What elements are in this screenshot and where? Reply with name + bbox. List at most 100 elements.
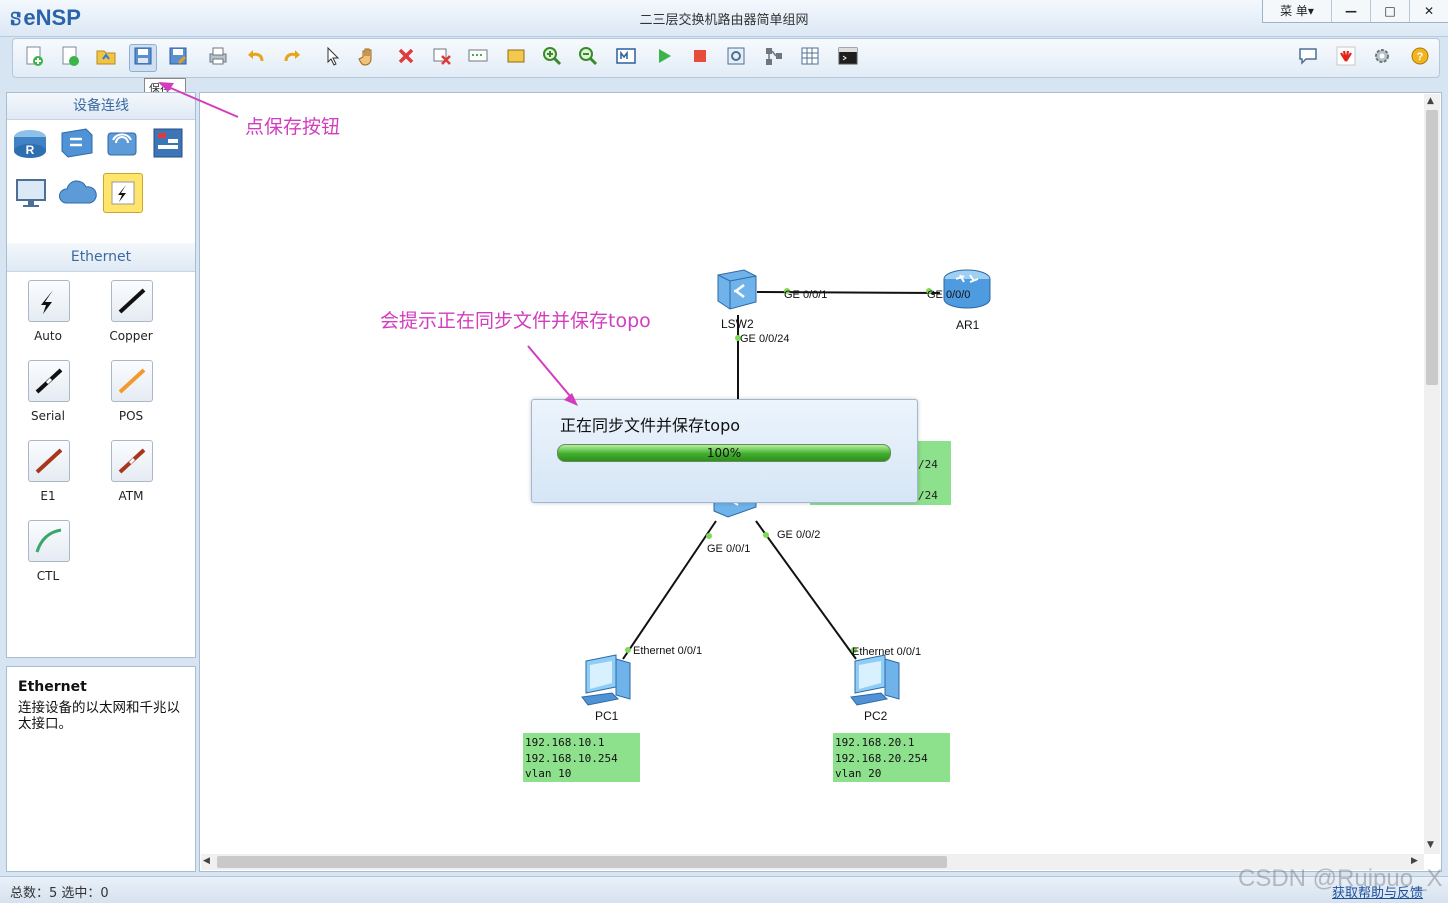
topology-icon[interactable] bbox=[761, 45, 787, 71]
port-dot bbox=[706, 533, 712, 539]
cable-ctl-button[interactable] bbox=[28, 520, 70, 562]
pc2-ip-box: 192.168.20.1 192.168.20.254 vlan 20 bbox=[833, 733, 950, 782]
grid-icon[interactable] bbox=[797, 45, 823, 71]
maximize-button[interactable]: □ bbox=[1371, 0, 1410, 22]
lsw2-label: LSW2 bbox=[721, 317, 754, 331]
help-feedback-link[interactable]: 获取帮助与反馈 bbox=[1332, 882, 1423, 901]
cloud-category-icon[interactable] bbox=[58, 175, 97, 211]
copper-cable-icon bbox=[118, 288, 146, 314]
cable-copper-button[interactable] bbox=[111, 280, 153, 322]
cable-label: E1 bbox=[40, 489, 56, 503]
delete-icon[interactable] bbox=[393, 45, 419, 71]
save-as-icon[interactable] bbox=[165, 45, 191, 71]
help-icon[interactable]: ? bbox=[1407, 45, 1433, 71]
stop-device-icon[interactable] bbox=[687, 45, 713, 71]
settings-gear-icon[interactable] bbox=[1369, 45, 1395, 71]
dialog-message: 正在同步文件并保存topo bbox=[560, 416, 741, 435]
minimize-button[interactable]: — bbox=[1332, 0, 1371, 22]
fit-view-icon[interactable] bbox=[613, 45, 639, 71]
cable-atm-button[interactable] bbox=[111, 440, 153, 482]
port-label: GE 0/0/2 bbox=[777, 529, 821, 541]
link-lsw-pc1[interactable] bbox=[622, 520, 717, 660]
cable-pos-button[interactable] bbox=[111, 360, 153, 402]
port-label: GE 0/0/0 bbox=[927, 289, 971, 301]
horizontal-scroll-thumb[interactable] bbox=[217, 856, 947, 868]
pc1-label: PC1 bbox=[595, 709, 619, 723]
close-button[interactable]: ✕ bbox=[1410, 0, 1448, 22]
svg-text:R: R bbox=[26, 143, 35, 157]
vertical-scrollbar[interactable]: ▲ ▼ bbox=[1424, 94, 1440, 854]
e1-cable-icon bbox=[35, 448, 63, 474]
firewall-category-icon[interactable] bbox=[150, 125, 186, 161]
zoom-out-icon[interactable] bbox=[575, 45, 601, 71]
title-bar: ꗟeNSP 二三层交换机路由器简单组网 菜 单▾ — □ ✕ bbox=[0, 0, 1448, 37]
auto-cable-icon bbox=[41, 290, 53, 314]
progress-text: 100% bbox=[706, 446, 742, 460]
zoom-in-icon[interactable] bbox=[539, 45, 565, 71]
status-count: 总数：5 选中：0 bbox=[10, 886, 109, 901]
sync-progress-dialog: 正在同步文件并保存topo 100% bbox=[531, 399, 918, 503]
scroll-up-icon[interactable]: ▲ bbox=[1427, 96, 1434, 106]
scroll-down-icon[interactable]: ▼ bbox=[1427, 840, 1434, 850]
pc1-ip-box: 192.168.10.1 192.168.10.254 vlan 10 bbox=[523, 733, 640, 782]
port-label: GE 0/0/24 bbox=[740, 333, 790, 345]
delete-link-icon[interactable] bbox=[429, 45, 455, 71]
save-hint-annotation: 点保存按钮 bbox=[245, 116, 341, 138]
print-icon[interactable] bbox=[205, 45, 231, 71]
pc-device-icon bbox=[581, 654, 631, 706]
port-label: GE 0/0/1 bbox=[784, 289, 828, 301]
pc2-label: PC2 bbox=[864, 709, 888, 723]
select-pointer-icon[interactable] bbox=[319, 45, 345, 71]
description-title: Ethernet bbox=[18, 679, 87, 695]
description-text: 连接设备的以太网和千兆以太接口。 bbox=[18, 700, 180, 732]
palette-icon[interactable] bbox=[503, 45, 529, 71]
link-lsw-pc2[interactable] bbox=[755, 520, 857, 660]
svg-text:?: ? bbox=[1417, 51, 1424, 63]
toolbar: ? bbox=[12, 38, 1440, 78]
text-label-icon[interactable] bbox=[465, 45, 491, 71]
cable-auto-button[interactable] bbox=[28, 280, 70, 322]
sync-hint-annotation: 会提示正在同步文件并保存topo bbox=[380, 310, 651, 332]
vertical-scroll-thumb[interactable] bbox=[1426, 110, 1438, 385]
port-label: GE 0/0/1 bbox=[707, 543, 751, 555]
switch-category-icon[interactable] bbox=[58, 125, 94, 161]
open-folder-icon[interactable] bbox=[93, 45, 119, 71]
device-pc1[interactable] bbox=[578, 653, 636, 712]
cable-e1-button[interactable] bbox=[28, 440, 70, 482]
wireless-category-icon[interactable] bbox=[104, 125, 140, 161]
switch-device-icon bbox=[717, 269, 757, 310]
scroll-left-icon[interactable]: ◀ bbox=[203, 856, 210, 866]
device-pc2[interactable] bbox=[847, 653, 905, 712]
cable-label: POS bbox=[118, 409, 144, 423]
description-panel: Ethernet 连接设备的以太网和千兆以太接口。 bbox=[6, 666, 196, 872]
feedback-icon[interactable] bbox=[1295, 45, 1321, 71]
new-example-icon[interactable] bbox=[57, 45, 83, 71]
start-device-icon[interactable] bbox=[651, 45, 677, 71]
terminal-icon[interactable] bbox=[835, 45, 861, 71]
capture-icon[interactable] bbox=[723, 45, 749, 71]
cable-serial-button[interactable] bbox=[28, 360, 70, 402]
pc-device-icon bbox=[850, 654, 900, 706]
huawei-logo-icon[interactable] bbox=[1333, 45, 1359, 71]
cable-label: ATM bbox=[118, 489, 144, 503]
serial-cable-icon bbox=[35, 368, 63, 394]
ar1-label: AR1 bbox=[956, 318, 980, 332]
main-menu-button[interactable]: 菜 单▾ bbox=[1263, 0, 1332, 22]
save-icon[interactable] bbox=[129, 44, 157, 72]
atm-cable-icon bbox=[118, 448, 146, 474]
new-topology-icon[interactable] bbox=[21, 45, 47, 71]
device-panel: 设备连线 R Ethernet Auto Copper Serial POS E… bbox=[6, 92, 196, 658]
router-category-icon[interactable]: R bbox=[12, 125, 48, 161]
redo-icon[interactable] bbox=[279, 45, 305, 71]
connection-category-icon[interactable] bbox=[103, 173, 143, 213]
status-bar: 总数：5 选中：0 CSDN @Ruipuo_X 获取帮助与反馈 bbox=[0, 865, 1448, 903]
undo-icon[interactable] bbox=[243, 45, 269, 71]
cable-label: CTL bbox=[36, 569, 60, 583]
pc-category-icon[interactable] bbox=[14, 175, 50, 211]
pan-hand-icon[interactable] bbox=[355, 45, 381, 71]
cable-label: Copper bbox=[109, 329, 153, 343]
window-controls: 菜 单▾ — □ ✕ bbox=[1262, 0, 1448, 23]
ethernet-header: Ethernet bbox=[7, 243, 195, 272]
device-lsw2[interactable] bbox=[714, 267, 760, 316]
devices-header: 设备连线 bbox=[7, 93, 195, 120]
